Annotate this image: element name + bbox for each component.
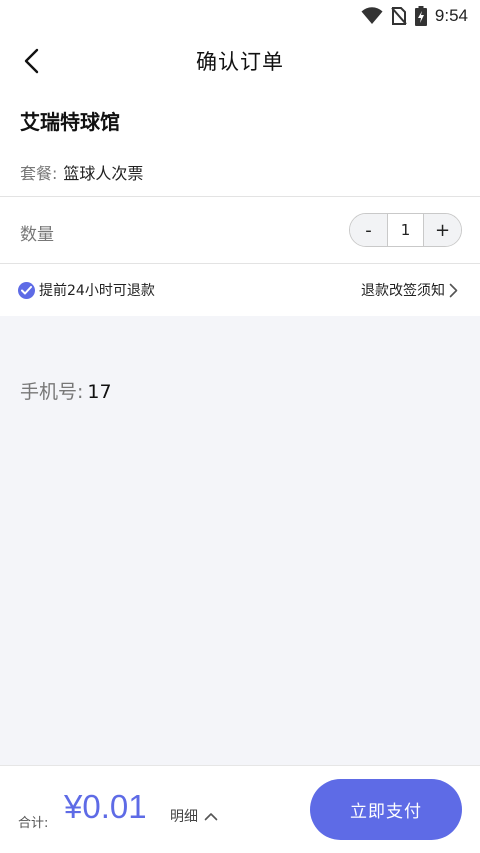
total-label: 合计:: [18, 816, 49, 831]
refund-policy-link[interactable]: 退款改签须知: [361, 280, 458, 300]
wifi-icon: [361, 7, 383, 25]
checkout-bar: 合计: ¥0.01 明细 立即支付: [0, 765, 480, 853]
back-button[interactable]: [14, 44, 48, 78]
clock-time: 9:54: [434, 6, 468, 25]
package-value: 篮球人次票: [63, 164, 144, 183]
quantity-stepper[interactable]: - 1 +: [349, 213, 462, 247]
quantity-value[interactable]: 1: [387, 214, 424, 246]
quantity-label: 数量: [20, 225, 54, 245]
total-amount: ¥0.01: [64, 788, 147, 825]
refund-note-text: 提前24小时可退款: [39, 283, 155, 299]
detail-label: 明细: [170, 809, 198, 825]
package-label: 套餐:: [20, 164, 58, 183]
status-bar: 9:54: [0, 0, 480, 32]
order-card: 艾瑞特球馆 套餐: 篮球人次票 数量 - 1 + 提前24小时可退款 退款改签须知: [0, 90, 480, 316]
page-title: 确认订单: [196, 50, 284, 74]
check-circle-icon: [18, 281, 35, 299]
phone-value[interactable]: 17: [87, 381, 111, 403]
refund-note: 提前24小时可退款: [18, 280, 155, 300]
refund-policy-label: 退款改签须知: [361, 283, 445, 299]
no-sim-icon: [391, 7, 407, 25]
price-detail-toggle[interactable]: 明细: [170, 806, 218, 826]
venue-name: 艾瑞特球馆: [20, 110, 120, 134]
pay-now-button[interactable]: 立即支付: [310, 779, 462, 840]
battery-charging-icon: [414, 6, 427, 26]
phone-row: 手机号: 17: [20, 377, 112, 404]
package-row: 套餐: 篮球人次票: [20, 160, 143, 184]
chevron-up-icon: [204, 812, 218, 820]
decrement-button[interactable]: -: [350, 214, 387, 246]
divider: [0, 263, 480, 264]
nav-bar: 确认订单: [0, 32, 480, 90]
chevron-left-icon: [24, 48, 39, 74]
chevron-right-icon: [449, 283, 458, 297]
phone-label: 手机号:: [20, 381, 84, 403]
increment-button[interactable]: +: [424, 214, 461, 246]
divider: [0, 196, 480, 197]
